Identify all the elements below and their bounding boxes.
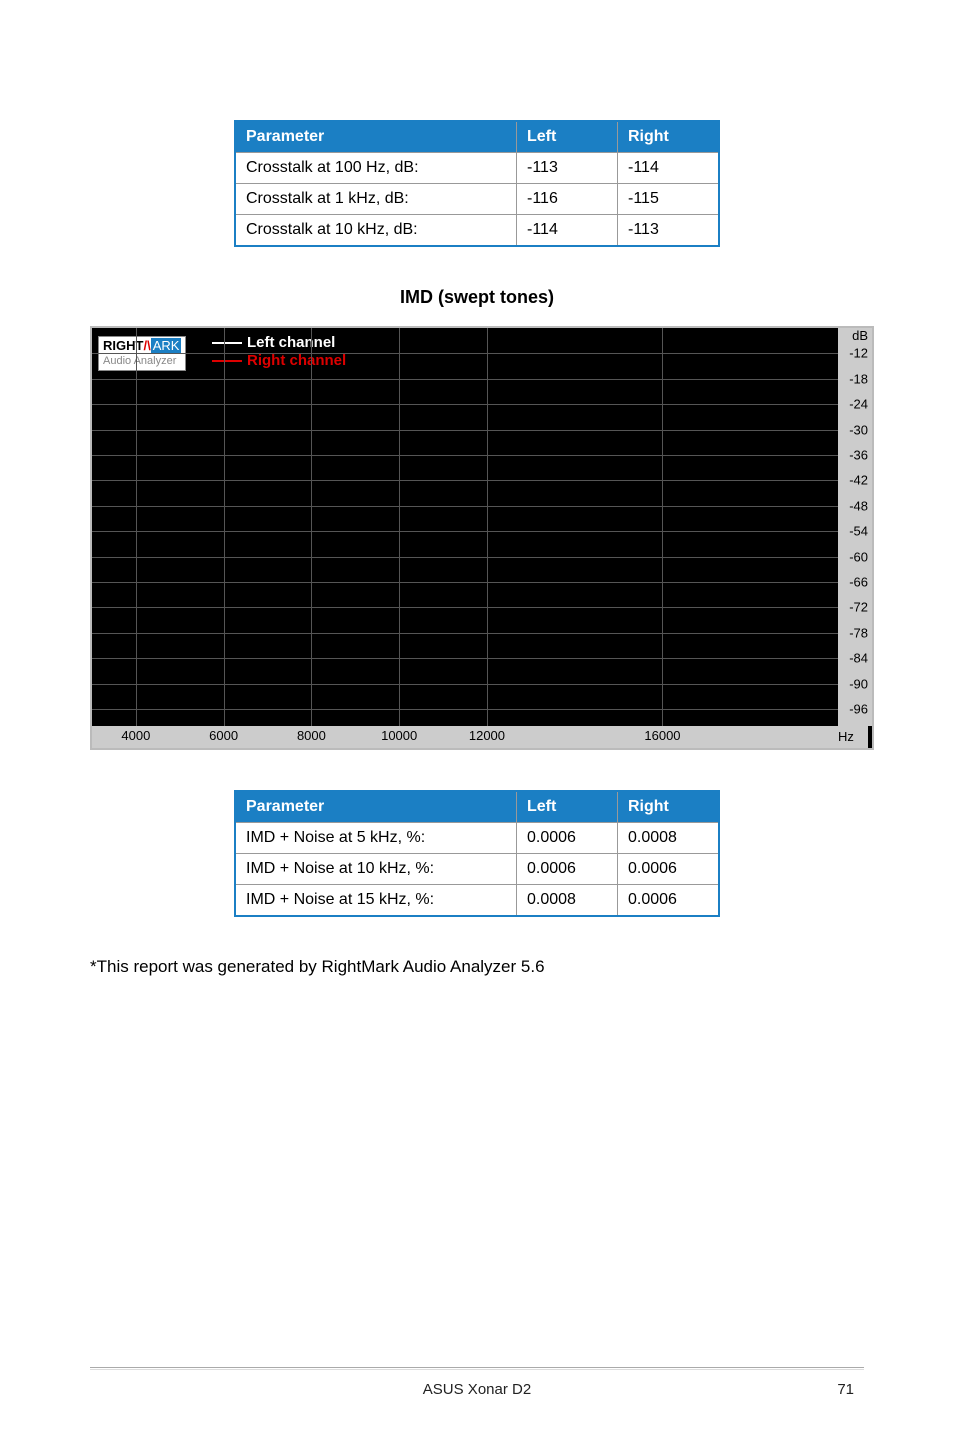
gridline-v bbox=[136, 328, 137, 726]
footer-rule-shadow bbox=[90, 1369, 864, 1370]
cell-right: 0.0006 bbox=[618, 885, 720, 917]
imd-noise-table: Parameter Left Right IMD + Noise at 5 kH… bbox=[234, 790, 720, 917]
gridline-h bbox=[92, 353, 838, 354]
imd-chart: RIGHT/\ARK Audio Analyzer Left channel R… bbox=[90, 326, 874, 750]
x-tick-label: 12000 bbox=[469, 728, 505, 743]
th-left: Left bbox=[517, 791, 618, 823]
x-axis: Hz 400060008000100001200016000 bbox=[92, 726, 838, 748]
gridline-h bbox=[92, 582, 838, 583]
table-row: Crosstalk at 1 kHz, dB: -116 -115 bbox=[235, 184, 719, 215]
brand-slash-icon: /\ bbox=[143, 338, 150, 353]
gridline-h bbox=[92, 607, 838, 608]
gridline-v bbox=[311, 328, 312, 726]
cell-left: 0.0008 bbox=[517, 885, 618, 917]
x-tick-label: 16000 bbox=[644, 728, 680, 743]
x-axis-unit: Hz bbox=[834, 726, 868, 748]
gridline-h bbox=[92, 480, 838, 481]
footer-product: ASUS Xonar D2 bbox=[0, 1381, 954, 1398]
th-right: Right bbox=[618, 121, 720, 153]
cell-param: IMD + Noise at 15 kHz, %: bbox=[235, 885, 517, 917]
y-axis-unit: dB bbox=[852, 328, 868, 343]
cell-right: 0.0006 bbox=[618, 854, 720, 885]
gridline-v bbox=[224, 328, 225, 726]
y-tick-label: -54 bbox=[849, 524, 868, 539]
y-tick-label: -18 bbox=[849, 371, 868, 386]
y-tick-label: -90 bbox=[849, 676, 868, 691]
gridline-h bbox=[92, 531, 838, 532]
y-tick-label: -42 bbox=[849, 473, 868, 488]
th-parameter: Parameter bbox=[235, 121, 517, 153]
brand-sub: Audio Analyzer bbox=[103, 355, 176, 367]
legend-left-label: Left channel bbox=[247, 334, 335, 351]
table-row: IMD + Noise at 15 kHz, %: 0.0008 0.0006 bbox=[235, 885, 719, 917]
y-tick-label: -78 bbox=[849, 625, 868, 640]
cell-left: -116 bbox=[517, 184, 618, 215]
y-axis: dB -12 -18 -24 -30 -36 -42 -48 -54 -60 -66 -72 -78 -… bbox=[838, 328, 872, 726]
x-tick-label: 8000 bbox=[297, 728, 326, 743]
y-tick-label: -66 bbox=[849, 575, 868, 590]
cell-param: Crosstalk at 10 kHz, dB: bbox=[235, 215, 517, 247]
y-tick-label: -48 bbox=[849, 498, 868, 513]
chart-plot: RIGHT/\ARK Audio Analyzer Left channel R… bbox=[92, 328, 838, 726]
cell-left: 0.0006 bbox=[517, 854, 618, 885]
cell-left: -113 bbox=[517, 153, 618, 184]
y-tick-label: -30 bbox=[849, 422, 868, 437]
th-right: Right bbox=[618, 791, 720, 823]
brand-right: RIGHT bbox=[103, 338, 143, 353]
x-tick-label: 6000 bbox=[209, 728, 238, 743]
table-row: IMD + Noise at 5 kHz, %: 0.0006 0.0008 bbox=[235, 823, 719, 854]
cell-right: -115 bbox=[618, 184, 720, 215]
gridline-v bbox=[662, 328, 663, 726]
gridline-h bbox=[92, 404, 838, 405]
gridline-h bbox=[92, 379, 838, 380]
cell-left: 0.0006 bbox=[517, 823, 618, 854]
gridline-v bbox=[487, 328, 488, 726]
y-tick-label: -72 bbox=[849, 600, 868, 615]
cell-right: -114 bbox=[618, 153, 720, 184]
y-tick-label: -96 bbox=[849, 702, 868, 717]
table-row: Crosstalk at 10 kHz, dB: -114 -113 bbox=[235, 215, 719, 247]
gridline-h bbox=[92, 633, 838, 634]
cell-param: IMD + Noise at 5 kHz, %: bbox=[235, 823, 517, 854]
brand-ark: ARK bbox=[151, 338, 182, 353]
legend-right-line-icon bbox=[212, 360, 242, 362]
cell-right: 0.0008 bbox=[618, 823, 720, 854]
legend-right-label: Right channel bbox=[247, 352, 346, 369]
y-tick-label: -36 bbox=[849, 448, 868, 463]
y-tick-label: -84 bbox=[849, 651, 868, 666]
th-parameter: Parameter bbox=[235, 791, 517, 823]
cell-param: Crosstalk at 1 kHz, dB: bbox=[235, 184, 517, 215]
x-tick-label: 4000 bbox=[121, 728, 150, 743]
gridline-h bbox=[92, 430, 838, 431]
gridline-h bbox=[92, 684, 838, 685]
table-row: IMD + Noise at 10 kHz, %: 0.0006 0.0006 bbox=[235, 854, 719, 885]
y-tick-label: -24 bbox=[849, 397, 868, 412]
legend-left-line-icon bbox=[212, 342, 242, 344]
y-tick-label: -60 bbox=[849, 549, 868, 564]
gridline-h bbox=[92, 557, 838, 558]
gridline-v bbox=[399, 328, 400, 726]
y-tick-label: -12 bbox=[849, 346, 868, 361]
th-left: Left bbox=[517, 121, 618, 153]
cell-left: -114 bbox=[517, 215, 618, 247]
cell-param: IMD + Noise at 10 kHz, %: bbox=[235, 854, 517, 885]
cell-right: -113 bbox=[618, 215, 720, 247]
cell-param: Crosstalk at 100 Hz, dB: bbox=[235, 153, 517, 184]
gridline-h bbox=[92, 506, 838, 507]
table-row: Crosstalk at 100 Hz, dB: -113 -114 bbox=[235, 153, 719, 184]
gridline-h bbox=[92, 658, 838, 659]
chart-title: IMD (swept tones) bbox=[90, 287, 864, 308]
gridline-h bbox=[92, 455, 838, 456]
footer-rule bbox=[90, 1367, 864, 1368]
footer-page-number: 71 bbox=[837, 1381, 854, 1398]
x-tick-label: 10000 bbox=[381, 728, 417, 743]
footnote: *This report was generated by RightMark … bbox=[90, 957, 864, 977]
crosstalk-table: Parameter Left Right Crosstalk at 100 Hz… bbox=[234, 120, 720, 247]
gridline-h bbox=[92, 709, 838, 710]
